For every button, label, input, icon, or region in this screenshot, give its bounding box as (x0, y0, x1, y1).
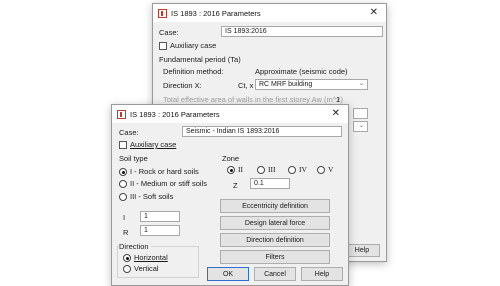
filters-button-label: Filters (265, 253, 285, 261)
total-area-value: 1 (336, 95, 341, 104)
cancel-button[interactable]: Cancel (254, 267, 296, 281)
front-dialog-titlebar[interactable]: IS 1893 : 2016 Parameters ✕ (112, 105, 348, 123)
ct-label: Ct, x (238, 81, 254, 90)
back-auxiliary-checkbox[interactable] (159, 42, 167, 50)
fundamental-period-label: Fundamental period (Ta) (159, 55, 241, 64)
design-lateral-force-button-label: Design lateral force (244, 219, 306, 227)
definition-method-value: Approximate (seismic code) (255, 67, 348, 76)
help-button[interactable]: Help (301, 267, 343, 281)
design-lateral-force-button[interactable]: Design lateral force (220, 216, 330, 230)
r-input[interactable]: 1 (140, 225, 180, 236)
back-help-label: Help (354, 247, 370, 254)
zone-radio-v[interactable] (317, 166, 325, 174)
zone-option-iv: IV (299, 165, 307, 174)
zone-option-iii: III (268, 165, 276, 174)
back-case-label: Case: (159, 28, 179, 37)
back-hidden-field-1[interactable] (353, 108, 368, 119)
front-auxiliary-label: Auxiliary case (130, 140, 177, 149)
close-icon[interactable]: ✕ (332, 108, 340, 119)
chevron-down-icon: ⌄ (358, 81, 364, 87)
soil-type-label: Soil type (119, 154, 148, 163)
front-case-input[interactable]: Seismic - Indian IS 1893:2016 (182, 126, 342, 137)
back-case-input[interactable]: IS 1893:2016 (221, 26, 383, 37)
z-input[interactable]: 0.1 (250, 178, 290, 189)
zone-radio-ii[interactable] (227, 166, 235, 174)
front-case-label: Case: (119, 128, 139, 137)
zone-radio-iv[interactable] (288, 166, 296, 174)
soil-option-2: II - Medium or stiff soils (130, 179, 207, 188)
filters-button[interactable]: Filters (220, 250, 330, 264)
direction-definition-button-label: Direction definition (246, 236, 304, 244)
r-label: R (123, 228, 129, 237)
help-button-label: Help (314, 270, 330, 278)
soil-radio-2[interactable] (119, 180, 127, 188)
zone-option-v: V (328, 165, 334, 174)
soil-radio-3[interactable] (119, 193, 127, 201)
front-dialog: IS 1893 : 2016 Parameters ✕ Case: Seismi… (111, 104, 349, 286)
ct-select-value: RC MRF building (259, 81, 313, 88)
direction-radio-vertical[interactable] (123, 265, 131, 273)
zone-label: Zone (222, 154, 240, 163)
eccentricity-button-label: Eccentricity definition (242, 202, 308, 210)
i-label: I (123, 213, 126, 222)
direction-label: Direction (119, 242, 151, 251)
soil-option-3: III - Soft soils (130, 192, 174, 201)
direction-radio-horizontal[interactable] (123, 254, 131, 262)
ct-select[interactable]: RC MRF building ⌄ (255, 79, 368, 90)
front-auxiliary-checkbox[interactable] (119, 141, 127, 149)
soil-radio-1[interactable] (119, 168, 127, 176)
direction-option-vertical: Vertical (134, 264, 159, 273)
back-help-button[interactable]: Help (344, 244, 380, 257)
direction-x-label: Direction X: (163, 81, 202, 90)
cancel-button-label: Cancel (264, 270, 286, 278)
app-icon (158, 8, 167, 18)
close-icon[interactable]: ✕ (370, 7, 378, 18)
back-hidden-select[interactable]: ⌄ (353, 121, 368, 132)
i-input[interactable]: 1 (140, 211, 180, 222)
ok-button[interactable]: OK (207, 267, 249, 281)
zone-radio-iii[interactable] (257, 166, 265, 174)
back-dialog-titlebar[interactable]: IS 1893 : 2016 Parameters ✕ (153, 4, 386, 22)
total-area-label: Total effective area of walls in the fir… (163, 95, 343, 104)
definition-method-label: Definition method: (163, 67, 224, 76)
eccentricity-button[interactable]: Eccentricity definition (220, 199, 330, 213)
z-label: Z (233, 181, 238, 190)
ok-button-label: OK (222, 270, 234, 278)
direction-option-horizontal: Horizontal (134, 253, 168, 262)
app-icon (117, 109, 126, 119)
back-auxiliary-label: Auxiliary case (170, 41, 217, 50)
chevron-down-icon: ⌄ (358, 123, 364, 129)
front-dialog-title: IS 1893 : 2016 Parameters (130, 109, 220, 119)
soil-option-1: I - Rock or hard soils (130, 167, 199, 176)
direction-definition-button[interactable]: Direction definition (220, 233, 330, 247)
back-dialog-title: IS 1893 : 2016 Parameters (171, 8, 261, 18)
zone-option-ii: II (238, 165, 243, 174)
